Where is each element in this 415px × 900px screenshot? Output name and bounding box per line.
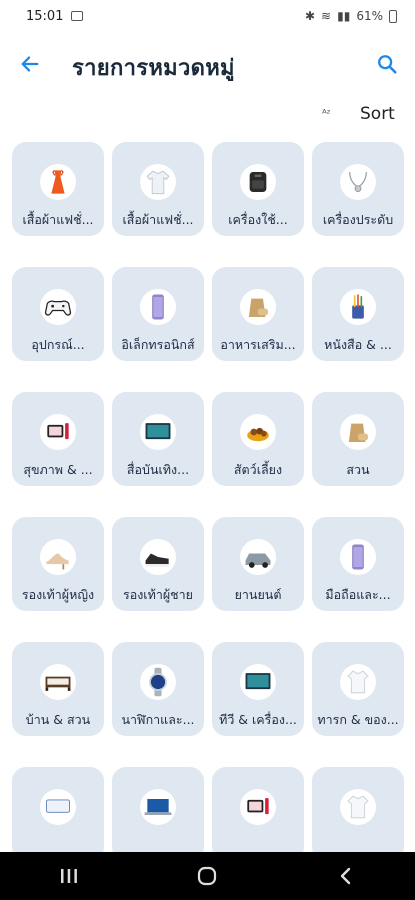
garden-sack-icon bbox=[340, 414, 376, 450]
category-tile[interactable] bbox=[12, 767, 104, 861]
watch-icon bbox=[140, 664, 176, 700]
category-tile[interactable]: ทีวี & เครื่อง... bbox=[212, 642, 304, 736]
search-icon bbox=[378, 55, 397, 74]
category-label: ทารก & ของ... bbox=[317, 712, 399, 727]
category-label: นาฬิกาและ... bbox=[121, 712, 195, 727]
back-icon bbox=[340, 867, 351, 885]
category-tile[interactable]: สื่อบันเทิง... bbox=[112, 392, 204, 486]
category-label: ทีวี & เครื่อง... bbox=[219, 712, 297, 727]
category-label: สุขภาพ & ... bbox=[23, 462, 93, 477]
bluetooth-icon: ✱ bbox=[304, 9, 316, 23]
game-controller-icon bbox=[40, 289, 76, 325]
category-tile[interactable]: เสื้อผ้าแฟชั่... bbox=[12, 142, 104, 236]
arrow-left-icon bbox=[21, 56, 39, 72]
category-label: เสื้อผ้าแฟชั่... bbox=[22, 212, 94, 227]
category-label: เครื่องประดับ bbox=[322, 212, 394, 227]
category-tile[interactable]: รองเท้าผู้ชาย bbox=[112, 517, 204, 611]
mobile-phone-icon bbox=[340, 539, 376, 575]
category-label: สวน bbox=[346, 462, 370, 477]
makeup-icon bbox=[240, 789, 276, 825]
category-grid: เสื้อผ้าแฟชั่... เสื้อผ้าแฟชั่... เครื่องใ… bbox=[12, 142, 406, 861]
shirt-icon bbox=[140, 164, 176, 200]
back-nav-button[interactable] bbox=[326, 856, 366, 896]
home-icon bbox=[198, 866, 217, 886]
app-bar: รายการหมวดหมู่ bbox=[0, 38, 415, 90]
gallery-notification-icon bbox=[71, 11, 84, 21]
category-label: อุปกรณ์... bbox=[31, 337, 85, 352]
category-tile[interactable]: ทารก & ของ... bbox=[312, 642, 404, 736]
category-label: รองเท้าผู้ชาย bbox=[122, 587, 193, 602]
back-button[interactable] bbox=[14, 48, 46, 80]
category-label: บ้าน & สวน bbox=[25, 712, 91, 727]
television-icon bbox=[240, 664, 276, 700]
category-tile[interactable]: นาฬิกาและ... bbox=[112, 642, 204, 736]
category-tile[interactable] bbox=[212, 767, 304, 861]
category-tile[interactable]: สุขภาพ & ... bbox=[12, 392, 104, 486]
search-button[interactable] bbox=[371, 48, 403, 80]
smartphone-icon bbox=[140, 289, 176, 325]
category-label: รองเท้าผู้หญิง bbox=[21, 587, 95, 602]
tv-icon bbox=[140, 414, 176, 450]
category-tile[interactable]: ยานยนต์ bbox=[212, 517, 304, 611]
car-icon bbox=[240, 539, 276, 575]
signal-icon: ▮▮ bbox=[337, 9, 351, 23]
dress-icon bbox=[40, 164, 76, 200]
page-title: รายการหมวดหมู่ bbox=[72, 56, 235, 81]
onesie-icon bbox=[340, 789, 376, 825]
home-button[interactable] bbox=[187, 856, 227, 896]
recents-button[interactable] bbox=[49, 856, 89, 896]
cosmetics-icon bbox=[40, 414, 76, 450]
category-label: มือถือและ... bbox=[325, 587, 391, 602]
sort-button[interactable]: Sort bbox=[360, 104, 395, 124]
laptop-icon bbox=[140, 789, 176, 825]
status-bar: 15:01 ✱ ≋ ▮▮ 61% bbox=[0, 0, 415, 32]
category-label: อิเล็กทรอนิกส์ bbox=[121, 337, 195, 352]
high-heels-icon bbox=[40, 539, 76, 575]
category-tile[interactable]: รองเท้าผู้หญิง bbox=[12, 517, 104, 611]
recents-icon bbox=[61, 869, 78, 883]
food-sack-icon bbox=[240, 289, 276, 325]
category-label: อาหารเสริม... bbox=[220, 337, 296, 352]
category-label: สื่อบันเทิง... bbox=[126, 462, 190, 477]
category-tile[interactable] bbox=[312, 767, 404, 861]
baby-clothes-icon bbox=[340, 664, 376, 700]
pet-food-icon bbox=[240, 414, 276, 450]
category-tile[interactable]: อิเล็กทรอนิกส์ bbox=[112, 267, 204, 361]
category-tile[interactable]: อุปกรณ์... bbox=[12, 267, 104, 361]
bed-icon bbox=[40, 664, 76, 700]
category-tile[interactable]: สัตว์เลี้ยง bbox=[212, 392, 304, 486]
category-tile[interactable]: บ้าน & สวน bbox=[12, 642, 104, 736]
status-time: 15:01 bbox=[26, 8, 64, 24]
category-label: หนังสือ & ... bbox=[324, 337, 392, 352]
category-tile[interactable]: สวน bbox=[312, 392, 404, 486]
category-label: เสื้อผ้าแฟชั่... bbox=[122, 212, 194, 227]
sort-control[interactable]: ᴬᶻ Sort bbox=[0, 100, 415, 130]
system-nav-bar bbox=[0, 852, 415, 900]
sneaker-icon bbox=[140, 539, 176, 575]
necklace-icon bbox=[340, 164, 376, 200]
category-label: สัตว์เลี้ยง bbox=[233, 462, 283, 477]
wifi-icon: ≋ bbox=[321, 9, 332, 23]
category-label: เครื่องใช้... bbox=[228, 212, 288, 227]
box-icon bbox=[40, 789, 76, 825]
battery-icon bbox=[389, 9, 397, 23]
category-tile[interactable]: เสื้อผ้าแฟชั่... bbox=[112, 142, 204, 236]
category-label: ยานยนต์ bbox=[234, 587, 282, 602]
category-tile[interactable]: เครื่องประดับ bbox=[312, 142, 404, 236]
category-tile[interactable]: หนังสือ & ... bbox=[312, 267, 404, 361]
category-tile[interactable]: เครื่องใช้... bbox=[212, 142, 304, 236]
category-tile[interactable]: อาหารเสริม... bbox=[212, 267, 304, 361]
sort-az-icon: ᴬᶻ bbox=[322, 107, 331, 120]
pencil-cup-icon bbox=[340, 289, 376, 325]
battery-text: 61% bbox=[356, 9, 383, 23]
category-tile[interactable]: มือถือและ... bbox=[312, 517, 404, 611]
air-fryer-icon bbox=[240, 164, 276, 200]
category-tile[interactable] bbox=[112, 767, 204, 861]
